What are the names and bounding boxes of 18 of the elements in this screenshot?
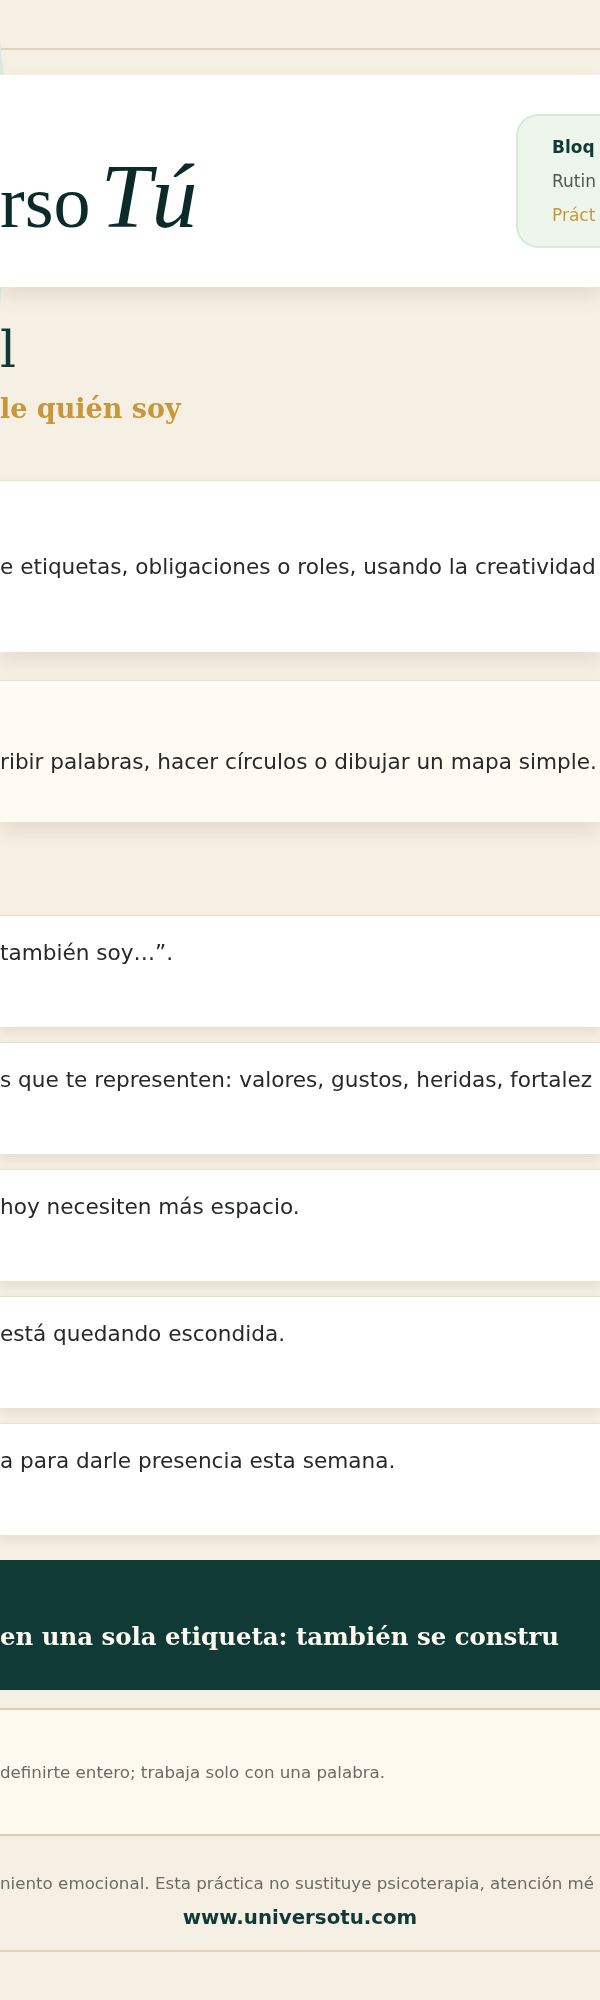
note-text: definirte entero; trabaja solo con una palabra.: [0, 1761, 386, 1783]
hint-text: ribir palabras, hacer círculos o dibujar un mapa simple.: [0, 748, 597, 776]
badge-title: Bloq: [552, 136, 596, 159]
step-text: está quedando escondida.: [0, 1320, 285, 1348]
step-text: a para darle presencia esta semana.: [0, 1447, 396, 1475]
page-subtitle: le quién soy: [0, 393, 181, 425]
disclaimer-text: niento emocional. Esta práctica no sustituye psicoterapia, atención mé: [0, 1872, 595, 1894]
brand-wordmark: rso: [0, 165, 91, 239]
step-text: también soy…”.: [0, 939, 174, 967]
step-text: hoy necesiten más espacio.: [0, 1193, 300, 1221]
page-heading: l: [0, 325, 16, 375]
banner-text: en una sola etiqueta: también se constru: [0, 1621, 560, 1653]
badge-tag: Práct: [552, 203, 600, 227]
website-link[interactable]: www.universotu.com: [182, 1906, 418, 1930]
badge-subtitle: Rutin: [552, 170, 597, 193]
step-text: s que te representen: valores, gustos, heridas, fortalez: [0, 1066, 593, 1094]
brand-script: Tú: [100, 150, 198, 242]
intro-text: e etiquetas, obligaciones o roles, usando la creatividad: [0, 552, 596, 581]
